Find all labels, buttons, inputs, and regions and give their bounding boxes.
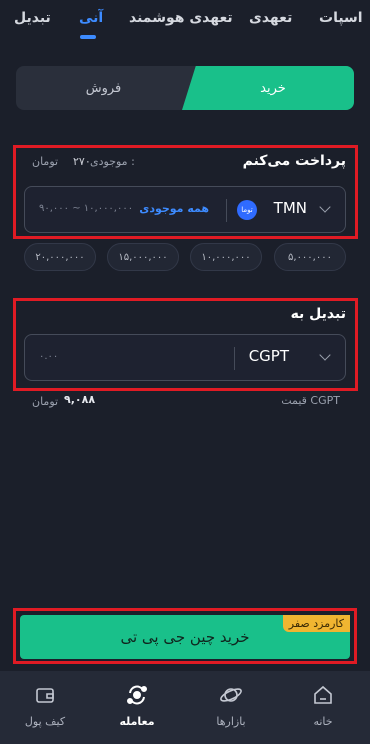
buy-button[interactable]: خرید چین جی پی تی کارمزد صفر <box>20 615 350 659</box>
balance-value: ۲۷۰ <box>73 155 91 168</box>
convert-currency[interactable]: CGPT <box>249 347 289 365</box>
balance-label: موجودی : <box>90 155 135 168</box>
nav-markets-label: بازارها <box>216 715 246 728</box>
buy-sell-toggle: فروش خرید <box>16 66 354 110</box>
buy-tab[interactable]: خرید <box>182 66 354 110</box>
tab-smart-margin[interactable]: تعهدی هوشمند <box>129 10 233 26</box>
price-label: قیمت CGPT <box>281 394 340 407</box>
wallet-icon <box>36 688 54 703</box>
home-icon <box>314 685 332 704</box>
convert-amount-placeholder[interactable]: ۰.۰۰ <box>39 351 58 362</box>
bottom-nav: خانه بازارها معامله کیف پول <box>0 671 370 744</box>
currency-divider <box>234 347 235 370</box>
pay-currency[interactable]: TMN <box>274 199 307 217</box>
quick-amount-chip[interactable]: ۵,۰۰۰,۰۰۰ <box>274 243 346 271</box>
price-unit: تومان <box>32 395 59 408</box>
chevron-down-icon[interactable] <box>319 349 331 361</box>
quick-amount-chip[interactable]: ۲۰,۰۰۰,۰۰۰ <box>24 243 96 271</box>
toman-coin-icon: توما <box>237 200 257 220</box>
active-tab-indicator <box>80 35 96 39</box>
quick-amount-chip[interactable]: ۱۰,۰۰۰,۰۰۰ <box>190 243 262 271</box>
tab-convert[interactable]: تبدیل <box>14 10 51 26</box>
currency-divider <box>226 199 227 222</box>
nav-home[interactable]: خانه <box>288 671 358 744</box>
nav-trade[interactable]: معامله <box>102 671 172 744</box>
sell-tab[interactable]: فروش <box>16 66 191 110</box>
quick-amount-chip[interactable]: ۱۵,۰۰۰,۰۰۰ <box>107 243 179 271</box>
tab-instant[interactable]: آنی <box>79 10 103 26</box>
zero-fee-badge: کارمزد صفر <box>282 615 350 632</box>
pay-amount-placeholder[interactable]: ۹۰,۰۰۰ ~ ۱۰,۰۰۰,۰۰۰ <box>39 203 133 214</box>
exchange-icon <box>127 685 147 705</box>
nav-wallet-label: کیف پول <box>24 715 66 728</box>
convert-title: تبدیل به <box>290 306 346 322</box>
balance-unit: تومان <box>32 155 59 168</box>
chevron-down-icon[interactable] <box>319 201 331 213</box>
nav-wallet[interactable]: کیف پول <box>10 671 80 744</box>
tab-spot[interactable]: اسپات <box>319 10 363 26</box>
pay-title: پرداخت می‌کنم <box>242 153 346 169</box>
pay-amount-field[interactable]: TMN توما همه موجودی ۹۰,۰۰۰ ~ ۱۰,۰۰۰,۰۰۰ <box>24 186 346 233</box>
tab-margin[interactable]: تعهدی <box>249 10 292 26</box>
convert-amount-field[interactable]: CGPT ۰.۰۰ <box>24 334 346 381</box>
planet-icon <box>220 688 242 702</box>
all-balance-button[interactable]: همه موجودی <box>139 202 209 215</box>
buy-button-label: خرید چین جی پی تی <box>120 628 250 646</box>
nav-trade-label: معامله <box>119 715 155 728</box>
nav-markets[interactable]: بازارها <box>196 671 266 744</box>
nav-home-label: خانه <box>313 715 333 728</box>
price-value: ۹,۰۸۸ <box>64 393 96 406</box>
